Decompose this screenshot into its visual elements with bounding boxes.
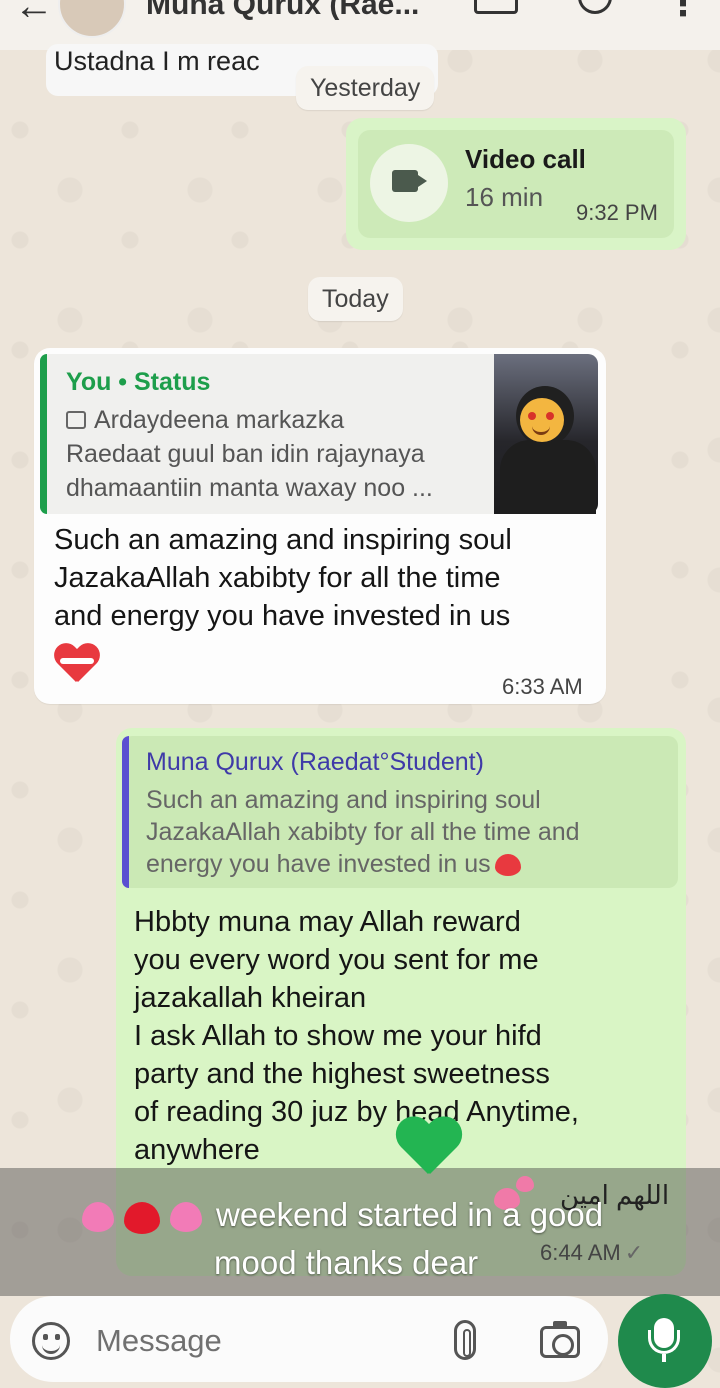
reply-accent-bar xyxy=(122,736,129,888)
missed-video-icon xyxy=(392,170,427,192)
message-text-line: party and the highest sweetness xyxy=(134,1058,550,1090)
message-text-line: of reading 30 juz by head Anytime, xyxy=(134,1096,579,1128)
caption-line: weekend started in a good xyxy=(216,1196,604,1233)
message-text-line: jazakallah kheiran xyxy=(134,982,367,1014)
message-text-line: you every word you sent for me xyxy=(134,944,539,976)
pink-heart-icon xyxy=(516,1176,534,1192)
message-time: 9:32 PM xyxy=(576,200,658,225)
status-thumbnail-figure-body xyxy=(500,440,596,514)
green-heart-icon xyxy=(394,1118,464,1180)
message-text-line: JazakaAllah xabibty for all the time xyxy=(54,562,501,594)
more-vert-icon[interactable]: ⋮ xyxy=(666,0,700,24)
avatar[interactable] xyxy=(58,0,126,38)
contact-name[interactable]: Muna Qurux (Rae... xyxy=(146,0,419,22)
photo-icon xyxy=(66,411,86,429)
bandaged-heart-emoji-icon xyxy=(494,854,521,876)
message-text-line: Such an amazing and inspiring soul xyxy=(54,524,512,556)
partial-message-text: Ustadna I m reac xyxy=(54,46,260,76)
reply-line: JazakaAllah xabibty for all the time and xyxy=(146,818,580,846)
reply-line: energy you have invested in us xyxy=(146,850,521,879)
mic-icon-foot xyxy=(662,1354,666,1362)
quote-accent-bar xyxy=(40,354,47,514)
quote-line: Ardaydeena markazka xyxy=(66,406,344,435)
pink-heart-icon xyxy=(82,1202,114,1232)
message-text-line: Hbbty muna may Allah reward xyxy=(134,906,521,938)
video-call-icon[interactable] xyxy=(474,0,518,14)
heart-bandage xyxy=(60,658,94,664)
message-text-line: and energy you have invested in us xyxy=(54,600,511,632)
date-chip-today: Today xyxy=(308,277,403,321)
reply-author: Muna Qurux (Raedat°Student) xyxy=(146,748,484,776)
smiling-hearts-emoji-icon xyxy=(520,398,564,442)
video-call-duration: 16 min xyxy=(465,182,544,212)
emoji-icon[interactable] xyxy=(32,1322,70,1360)
message-input[interactable] xyxy=(96,1318,426,1364)
chat-header: ← Muna Qurux (Rae... ⋮ xyxy=(0,0,720,50)
message-time: 6:33 AM xyxy=(502,674,583,699)
quote-line: Raedaat guul ban idin rajaynaya xyxy=(66,440,425,468)
date-chip-yesterday: Yesterday xyxy=(296,66,435,110)
red-heart-icon xyxy=(124,1202,160,1234)
back-arrow-icon[interactable]: ← xyxy=(14,0,54,29)
quote-title: You • Status xyxy=(66,368,211,396)
video-call-title: Video call xyxy=(465,144,586,174)
reply-line: Such an amazing and inspiring soul xyxy=(146,786,541,814)
attach-icon[interactable] xyxy=(454,1320,476,1360)
message-text-line: anywhere xyxy=(134,1134,260,1166)
phone-icon[interactable] xyxy=(578,0,612,14)
sent-tick-icon: ✓ xyxy=(624,1240,644,1265)
pink-heart-icon xyxy=(170,1202,202,1232)
caption-line: mood thanks dear xyxy=(214,1244,479,1281)
quote-line: dhamaantiin manta waxay noo ... xyxy=(66,474,433,502)
camera-icon[interactable] xyxy=(540,1321,580,1358)
hearts-emoji-group xyxy=(82,1198,208,1234)
message-time-with-tick: 6:44 AM ✓ xyxy=(540,1240,644,1265)
message-text-line: I ask Allah to show me your hifd xyxy=(134,1020,542,1052)
